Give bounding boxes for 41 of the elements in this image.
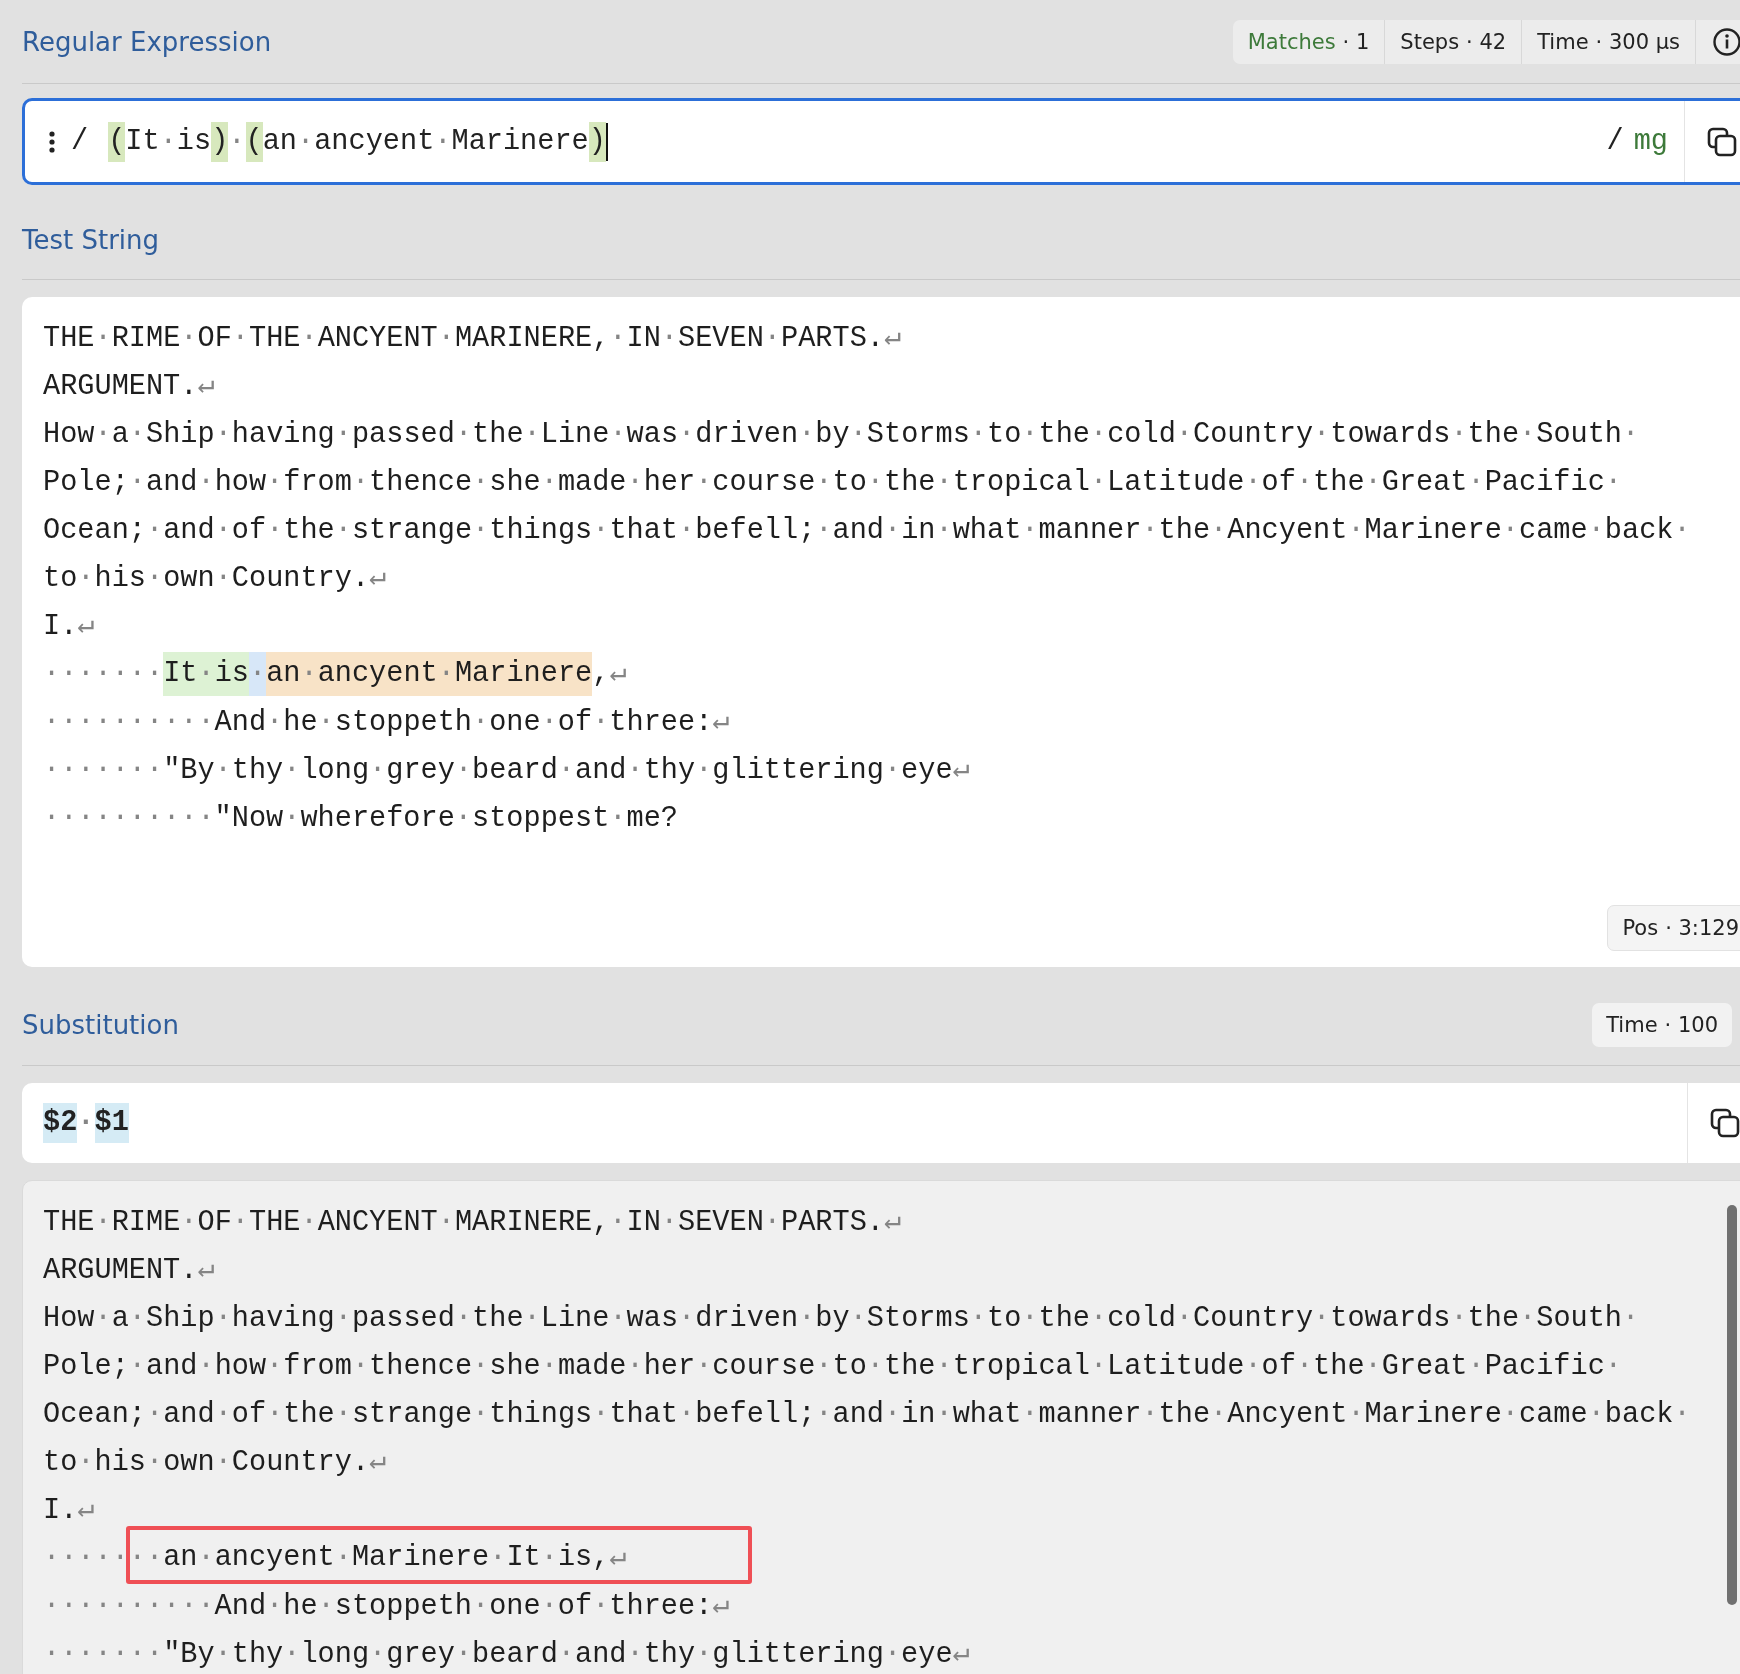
line-text: ·······"By·thy·long·grey·beard·and·thy·glittering·eye↵ bbox=[43, 1636, 971, 1673]
line-text: Pole;·and·how·from·thence·she·made·her·course·to·the·tropical·Latitude·of·the·Great·Pacific· bbox=[43, 1348, 1623, 1385]
line-text: to·his·own·Country.↵ bbox=[43, 1444, 388, 1481]
line-text: ··········And·he·stoppeth·one·of·three:↵ bbox=[43, 704, 731, 741]
line-text: ··an·ancyent·Marinere·It·is,↵ bbox=[128, 1541, 627, 1574]
line-text: ····· bbox=[43, 1540, 129, 1576]
line-text: Ocean;·and·of·the·strange·things·that·befell;·and·in·what·manner·the·Ancyent·Marinere·came·back· bbox=[43, 512, 1692, 549]
match-group: It·is bbox=[163, 652, 249, 696]
regex-field[interactable]: / (It·is)·(an·ancyent·Marinere) / mg bbox=[22, 98, 1740, 185]
line-text: How·a·Ship·having·passed·the·Line·was·driven·by·Storms·to·the·cold·Country·towards·the·South· bbox=[43, 416, 1641, 453]
copy-icon[interactable] bbox=[1707, 126, 1737, 157]
line-text: How·a·Ship·having·passed·the·Line·was·driven·by·Storms·to·the·cold·Country·towards·the·South· bbox=[43, 1300, 1641, 1337]
stat-badge: Time · 100 bbox=[1592, 1002, 1732, 1047]
line-text: ··········And·he·stoppeth·one·of·three:↵ bbox=[43, 1588, 731, 1625]
position-badge: Pos · 3:129 bbox=[1607, 905, 1740, 951]
line-text: ·······"By·thy·long·grey·beard·and·thy·glittering·eye↵ bbox=[43, 752, 971, 789]
line-text: ARGUMENT.↵ bbox=[43, 1252, 216, 1289]
match-group: an·ancyent·Marinere bbox=[266, 652, 593, 696]
line-text: THE·RIME·OF·THE·ANCYENT·MARINERE,·IN·SEVEN·PARTS.↵ bbox=[43, 1204, 903, 1241]
line-text: Pole;·and·how·from·thence·she·made·her·course·to·the·tropical·Latitude·of·the·Great·Pacific· bbox=[43, 464, 1623, 501]
regex-flags[interactable]: mg bbox=[1633, 125, 1668, 158]
section-title: Test String bbox=[22, 224, 160, 255]
scrollbar[interactable] bbox=[1727, 1205, 1737, 1605]
section-title: Regular Expression bbox=[22, 26, 272, 57]
kebab-menu-icon[interactable] bbox=[49, 130, 55, 153]
line-text: ··········"Now·wherefore·stoppest·me? bbox=[43, 800, 679, 837]
stat-badge: Steps · 42 bbox=[1385, 19, 1523, 64]
line-text: ARGUMENT.↵ bbox=[43, 368, 216, 405]
line-text: I.↵ bbox=[43, 608, 96, 645]
line-text: I.↵ bbox=[43, 1492, 96, 1529]
line-text: Ocean;·and·of·the·strange·things·that·befell;·and·in·what·manner·the·Ancyent·Marinere·came·back· bbox=[43, 1396, 1692, 1433]
copy-icon[interactable] bbox=[1710, 1108, 1740, 1138]
stat-badge: Matches · 1 bbox=[1232, 19, 1386, 64]
line-text: THE·RIME·OF·THE·ANCYENT·MARINERE,·IN·SEVEN·PARTS.↵ bbox=[43, 320, 903, 357]
info-icon[interactable] bbox=[1712, 26, 1740, 57]
stat-badge: Time · 300 µs bbox=[1522, 19, 1696, 64]
line-text: ······· bbox=[43, 656, 164, 692]
line-text: ,↵ bbox=[592, 656, 627, 692]
test-string-editor[interactable] bbox=[22, 297, 1740, 967]
line-text: to·his·own·Country.↵ bbox=[43, 560, 388, 597]
section-title: Substitution bbox=[22, 1009, 179, 1040]
